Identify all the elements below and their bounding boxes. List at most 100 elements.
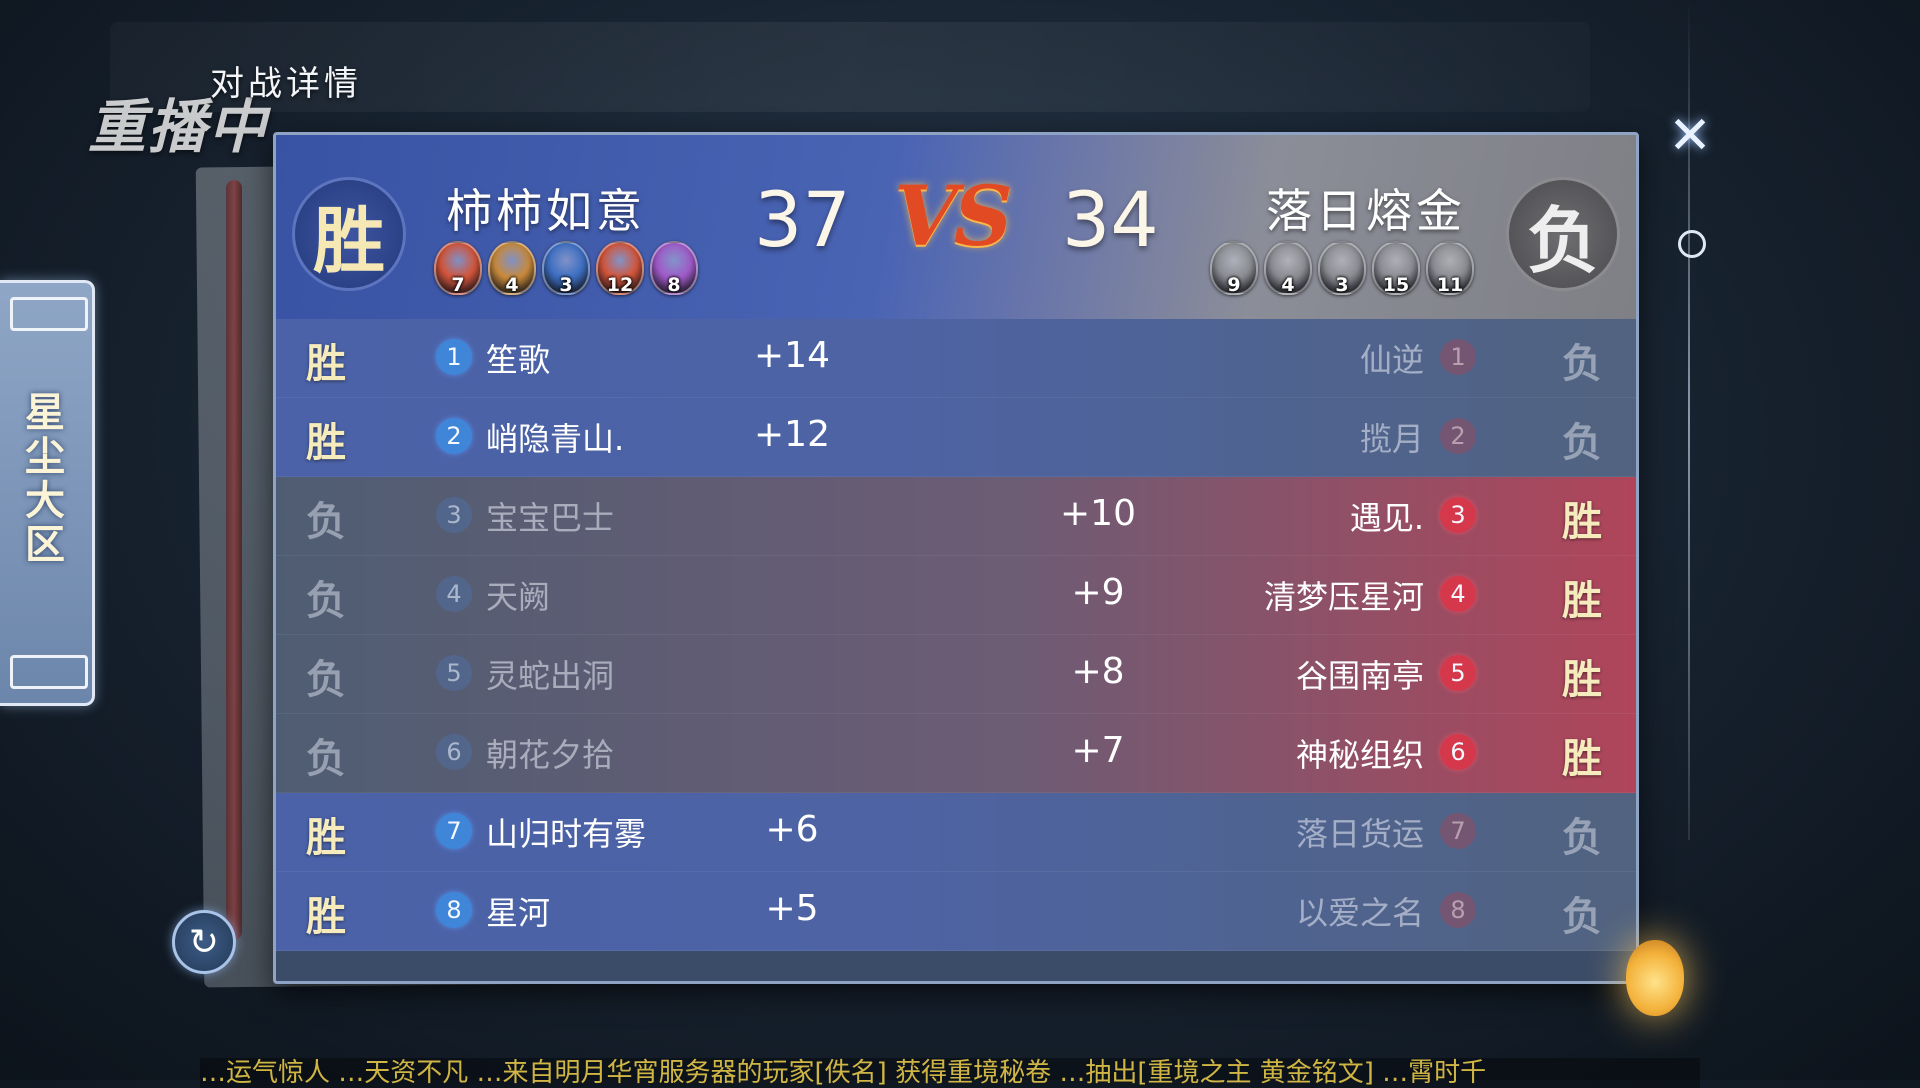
left-rank-badge: 6 bbox=[436, 734, 472, 770]
right-rank-badge: 4 bbox=[1440, 576, 1476, 612]
left-score-delta: +14 bbox=[754, 335, 830, 376]
left-hero-level: 4 bbox=[505, 274, 519, 296]
replay-screen: 重播中 对战详情 星尘大区 胜 柿柿如意 7 4 3 12 8 37 VS 34 落日熔… bbox=[0, 0, 1920, 1088]
left-player-name: 天阙 bbox=[486, 578, 551, 616]
right-player-name: 仙逆 bbox=[1359, 341, 1424, 379]
matchup-list: 胜 1 笙歌 +14 仙逆 1 负胜 2 峭隐青山. +12 揽月 2 负负 3 宝宝巴士 +10 遇见. 3 胜负… bbox=[276, 319, 1636, 951]
right-score-delta: +9 bbox=[1071, 572, 1125, 613]
left-team-badges: 7 4 3 12 8 bbox=[434, 241, 698, 295]
left-player-name: 朝花夕拾 bbox=[486, 736, 615, 774]
matchup-row[interactable]: 胜 2 峭隐青山. +12 揽月 2 负 bbox=[276, 398, 1636, 477]
right-hero-level: 11 bbox=[1436, 274, 1464, 296]
left-rank-badge: 5 bbox=[436, 655, 472, 691]
matchup-row[interactable]: 负 6 朝花夕拾 +7 神秘组织 6 胜 bbox=[276, 714, 1636, 793]
right-team-badges: 9 4 3 15 11 bbox=[1210, 241, 1474, 295]
left-rank-badge: 4 bbox=[436, 576, 472, 612]
right-hero-badge: 4 bbox=[1264, 241, 1312, 295]
region-tab[interactable]: 星尘大区 bbox=[0, 280, 95, 706]
right-player-name: 揽月 bbox=[1359, 420, 1424, 458]
left-player-name: 笙歌 bbox=[486, 341, 551, 379]
right-rank-badge: 7 bbox=[1440, 813, 1476, 849]
left-result-mark: 胜 bbox=[306, 814, 346, 861]
left-rank-badge: 1 bbox=[436, 339, 472, 375]
right-rank-badge: 2 bbox=[1440, 418, 1476, 454]
left-score-delta: +12 bbox=[754, 414, 830, 455]
news-ticker: …运气惊人 …天资不凡 …来自明月华宵服务器的玩家[佚名] 获得重境秘卷 …抽出… bbox=[200, 1058, 1700, 1088]
right-hero-badge: 11 bbox=[1426, 241, 1474, 295]
left-team-score: 37 bbox=[754, 175, 851, 264]
left-hero-level: 12 bbox=[606, 274, 634, 296]
left-hero-badge: 4 bbox=[488, 241, 536, 295]
scroll-rod bbox=[226, 180, 242, 940]
right-result-mark: 胜 bbox=[1562, 735, 1602, 782]
right-hero-level: 3 bbox=[1335, 274, 1349, 296]
left-result-seal: 胜 bbox=[292, 177, 406, 291]
left-hero-badge: 3 bbox=[542, 241, 590, 295]
left-rank-badge: 3 bbox=[436, 497, 472, 533]
right-result-mark: 负 bbox=[1562, 814, 1602, 861]
left-result-mark: 负 bbox=[306, 656, 346, 703]
matchup-row[interactable]: 负 3 宝宝巴士 +10 遇见. 3 胜 bbox=[276, 477, 1636, 556]
right-player-name: 遇见. bbox=[1349, 499, 1424, 537]
matchup-row[interactable]: 胜 1 笙歌 +14 仙逆 1 负 bbox=[276, 319, 1636, 398]
matchup-row[interactable]: 胜 7 山归时有雾 +6 落日货运 7 负 bbox=[276, 793, 1636, 872]
right-result-mark: 胜 bbox=[1562, 577, 1602, 624]
right-score-delta: +8 bbox=[1071, 651, 1125, 692]
match-header: 胜 柿柿如意 7 4 3 12 8 37 VS 34 落日熔金 9 4 3 15 11 负 bbox=[276, 135, 1636, 319]
right-player-name: 落日货运 bbox=[1295, 815, 1424, 853]
region-label: 星尘大区 bbox=[18, 391, 65, 567]
right-result-mark: 负 bbox=[1562, 340, 1602, 387]
left-hero-level: 3 bbox=[559, 274, 573, 296]
right-hero-badge: 15 bbox=[1372, 241, 1420, 295]
left-result-mark: 负 bbox=[306, 498, 346, 545]
left-rank-badge: 7 bbox=[436, 813, 472, 849]
left-player-name: 宝宝巴士 bbox=[486, 499, 615, 537]
right-team-name: 落日熔金 bbox=[1266, 184, 1466, 238]
left-hero-badge: 7 bbox=[434, 241, 482, 295]
matchup-row[interactable]: 胜 8 星河 +5 以爱之名 8 负 bbox=[276, 872, 1636, 951]
left-result-mark: 胜 bbox=[306, 893, 346, 940]
right-player-name: 清梦压星河 bbox=[1263, 578, 1424, 616]
left-hero-badge: 8 bbox=[650, 241, 698, 295]
right-player-name: 神秘组织 bbox=[1295, 736, 1424, 774]
right-result-mark: 负 bbox=[1562, 893, 1602, 940]
refresh-icon: ↻ bbox=[188, 921, 220, 963]
left-player-name: 峭隐青山. bbox=[486, 420, 625, 458]
lantern-icon bbox=[1626, 940, 1684, 1016]
right-hero-level: 4 bbox=[1281, 274, 1295, 296]
right-hero-badge: 9 bbox=[1210, 241, 1258, 295]
right-rank-badge: 5 bbox=[1440, 655, 1476, 691]
thread-bead-icon bbox=[1678, 230, 1706, 258]
left-rank-badge: 2 bbox=[436, 418, 472, 454]
left-hero-level: 7 bbox=[451, 274, 465, 296]
right-rank-badge: 8 bbox=[1440, 892, 1476, 928]
left-result-mark: 胜 bbox=[306, 340, 346, 387]
left-player-name: 星河 bbox=[486, 894, 551, 932]
right-result-mark: 负 bbox=[1562, 419, 1602, 466]
right-rank-badge: 1 bbox=[1440, 339, 1476, 375]
battle-detail-panel: 胜 柿柿如意 7 4 3 12 8 37 VS 34 落日熔金 9 4 3 15 11 负 胜1… bbox=[273, 132, 1639, 984]
matchup-row[interactable]: 负 4 天阙 +9 清梦压星河 4 胜 bbox=[276, 556, 1636, 635]
hanging-thread bbox=[1688, 0, 1690, 840]
right-score-delta: +7 bbox=[1071, 730, 1125, 771]
left-score-delta: +6 bbox=[765, 809, 819, 850]
left-hero-level: 8 bbox=[667, 274, 681, 296]
left-result-mark: 胜 bbox=[306, 419, 346, 466]
right-team-score: 34 bbox=[1062, 175, 1159, 264]
right-score-delta: +10 bbox=[1060, 493, 1136, 534]
close-button[interactable]: ✕ bbox=[1664, 106, 1716, 166]
page-title: 对战详情 bbox=[210, 64, 362, 104]
tab-ornament-bottom bbox=[10, 655, 88, 689]
right-hero-level: 9 bbox=[1227, 274, 1241, 296]
right-result-seal: 负 bbox=[1506, 177, 1620, 291]
right-result-mark: 胜 bbox=[1562, 498, 1602, 545]
right-rank-badge: 6 bbox=[1440, 734, 1476, 770]
vs-emblem: VS bbox=[894, 169, 1013, 265]
left-team-name: 柿柿如意 bbox=[446, 184, 646, 238]
left-result-mark: 负 bbox=[306, 735, 346, 782]
left-rank-badge: 8 bbox=[436, 892, 472, 928]
left-score-delta: +5 bbox=[765, 888, 819, 929]
refresh-button[interactable]: ↻ bbox=[172, 910, 236, 974]
left-hero-badge: 12 bbox=[596, 241, 644, 295]
matchup-row[interactable]: 负 5 灵蛇出洞 +8 谷围南亭 5 胜 bbox=[276, 635, 1636, 714]
